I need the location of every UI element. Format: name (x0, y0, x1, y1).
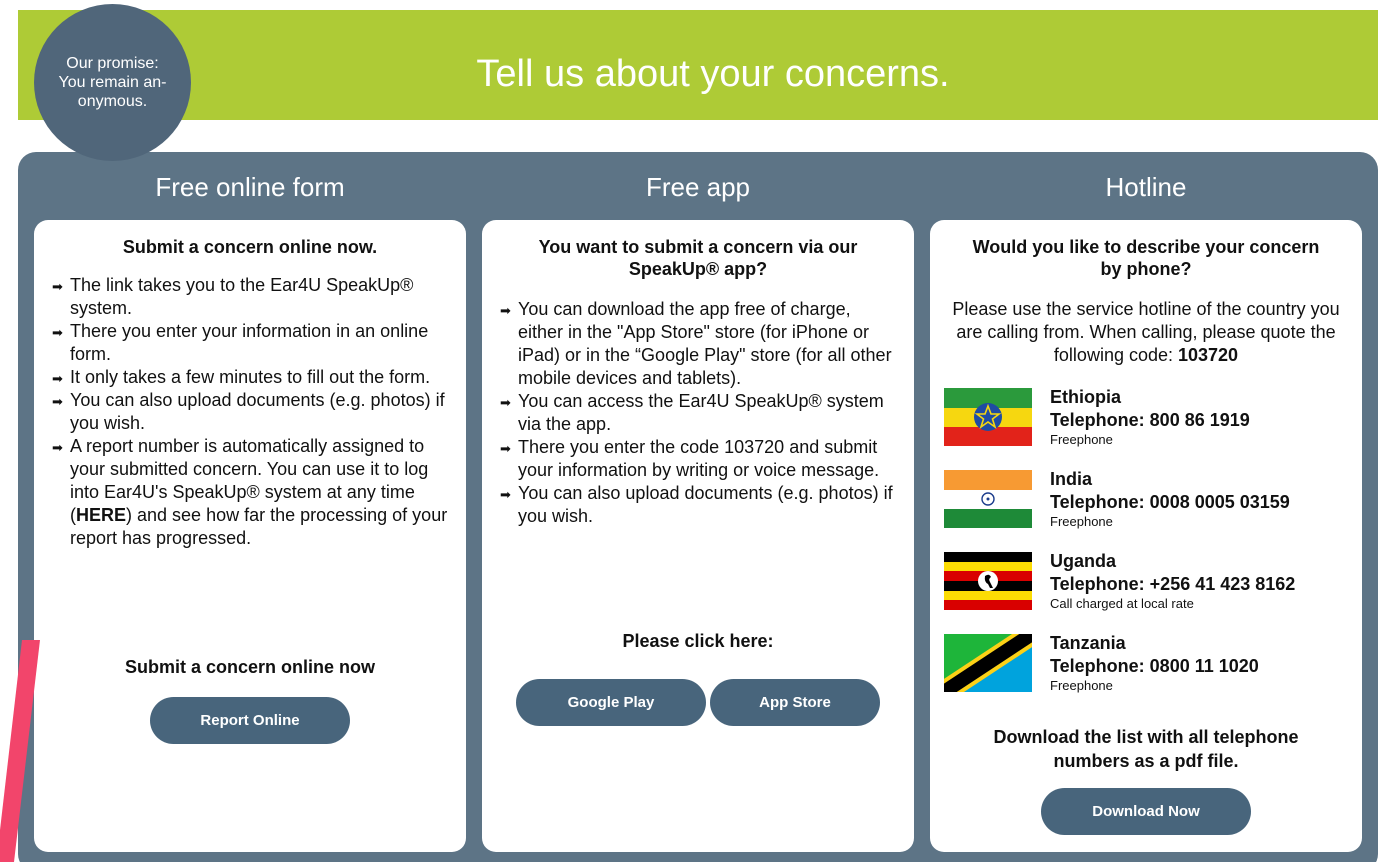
arrow-right-icon: ➡ (52, 371, 63, 386)
list-item: ➡ A report number is automatically assign… (52, 436, 448, 548)
country-name: Tanzania (1050, 633, 1126, 653)
online-form-footer-heading: Submit a concern online now (124, 657, 376, 677)
online-form-title: Free online form (155, 172, 345, 202)
app-heading: You want to submit a concern via our Spe… (538, 237, 858, 279)
country-telephone[interactable]: Telephone: 0800 11 1020 (1050, 654, 1259, 678)
header-banner: Tell us about your concerns. (18, 10, 1378, 120)
list-item: ➡ There you enter the code 103720 and sub… (500, 437, 880, 480)
arrow-right-icon: ➡ (52, 440, 63, 455)
country-ethiopia: Ethiopia Telephone: 800 86 1919 Freephon… (944, 387, 1354, 458)
arrow-right-icon: ➡ (52, 394, 63, 409)
arrow-right-icon: ➡ (52, 325, 63, 340)
country-note: Freephone (1050, 514, 1113, 529)
list-item: ➡ You can also upload documents (e.g. pho… (52, 390, 445, 433)
promise-line-2: You remain an- (58, 74, 167, 91)
online-form-list: ➡ The link takes you to the Ear4U SpeakUp… (52, 274, 450, 550)
hotline-intro: Please use the service hotline of the co… (952, 299, 1340, 365)
app-card: You want to submit a concern via our Spe… (482, 220, 914, 852)
promise-line-3: onymous. (77, 93, 148, 110)
list-item: ➡ There you enter your information in an … (52, 321, 429, 364)
app-list: ➡ You can download the app free of charge… (500, 298, 896, 528)
page-title: Tell us about your concerns. (476, 53, 950, 95)
country-name: Uganda (1050, 551, 1117, 571)
google-play-button[interactable]: Google Play (516, 679, 706, 726)
country-name: India (1050, 469, 1093, 489)
online-form-heading: Submit a concern online now. (122, 237, 378, 257)
country-telephone[interactable]: Telephone: +256 41 423 8162 (1050, 572, 1295, 596)
hotline-heading: Would you like to describe your concern … (972, 237, 1320, 279)
here-link[interactable]: HERE (76, 505, 126, 525)
app-cta: Please click here: (622, 631, 774, 651)
list-item: ➡ You can access the Ear4U SpeakUp® syste… (500, 391, 884, 434)
country-note: Call charged at local rate (1050, 596, 1194, 611)
decorative-stripe (0, 640, 40, 862)
list-item: ➡ The link takes you to the Ear4U SpeakUp… (52, 275, 414, 318)
country-telephone[interactable]: Telephone: 800 86 1919 (1050, 408, 1250, 432)
channels-panel: Free online form Free app Hotline Submit… (18, 152, 1378, 862)
arrow-right-icon: ➡ (500, 441, 511, 456)
app-title: Free app (645, 172, 751, 202)
promise-line-1: Our promise: (66, 55, 159, 72)
list-item: ➡ It only takes a few minutes to fill out… (52, 366, 450, 389)
arrow-right-icon: ➡ (52, 279, 63, 294)
country-tanzania: Tanzania Telephone: 0800 11 1020 Freepho… (944, 633, 1354, 704)
download-text: Download the list with all telephone num… (993, 727, 1299, 771)
country-uganda: Uganda Telephone: +256 41 423 8162 Call … (944, 551, 1354, 622)
promise-badge: Our promise: You remain an- onymous. (34, 4, 191, 161)
list-item: ➡ You can download the app free of charge… (500, 299, 892, 388)
report-online-button[interactable]: Report Online (150, 697, 350, 744)
india-flag-icon (944, 470, 1032, 528)
arrow-right-icon: ➡ (500, 395, 511, 410)
ethiopia-flag-icon (944, 388, 1032, 446)
hotline-title: Hotline (1105, 172, 1187, 202)
uganda-flag-icon (944, 552, 1032, 610)
online-form-card: Submit a concern online now. ➡ The link t… (34, 220, 466, 852)
hotline-code: 103720 (1178, 345, 1239, 365)
hotline-card: Would you like to describe your concern … (930, 220, 1362, 852)
download-now-button[interactable]: Download Now (1041, 788, 1251, 835)
country-note: Freephone (1050, 678, 1113, 693)
arrow-right-icon: ➡ (500, 487, 511, 502)
tanzania-flag-icon (944, 634, 1032, 692)
app-store-button[interactable]: App Store (710, 679, 880, 726)
country-name: Ethiopia (1050, 387, 1121, 407)
country-india: India Telephone: 0008 0005 03159 Freepho… (944, 469, 1354, 540)
list-item: ➡ You can also upload documents (e.g. pho… (500, 483, 893, 526)
country-note: Freephone (1050, 432, 1113, 447)
country-telephone[interactable]: Telephone: 0008 0005 03159 (1050, 490, 1290, 514)
arrow-right-icon: ➡ (500, 303, 511, 318)
